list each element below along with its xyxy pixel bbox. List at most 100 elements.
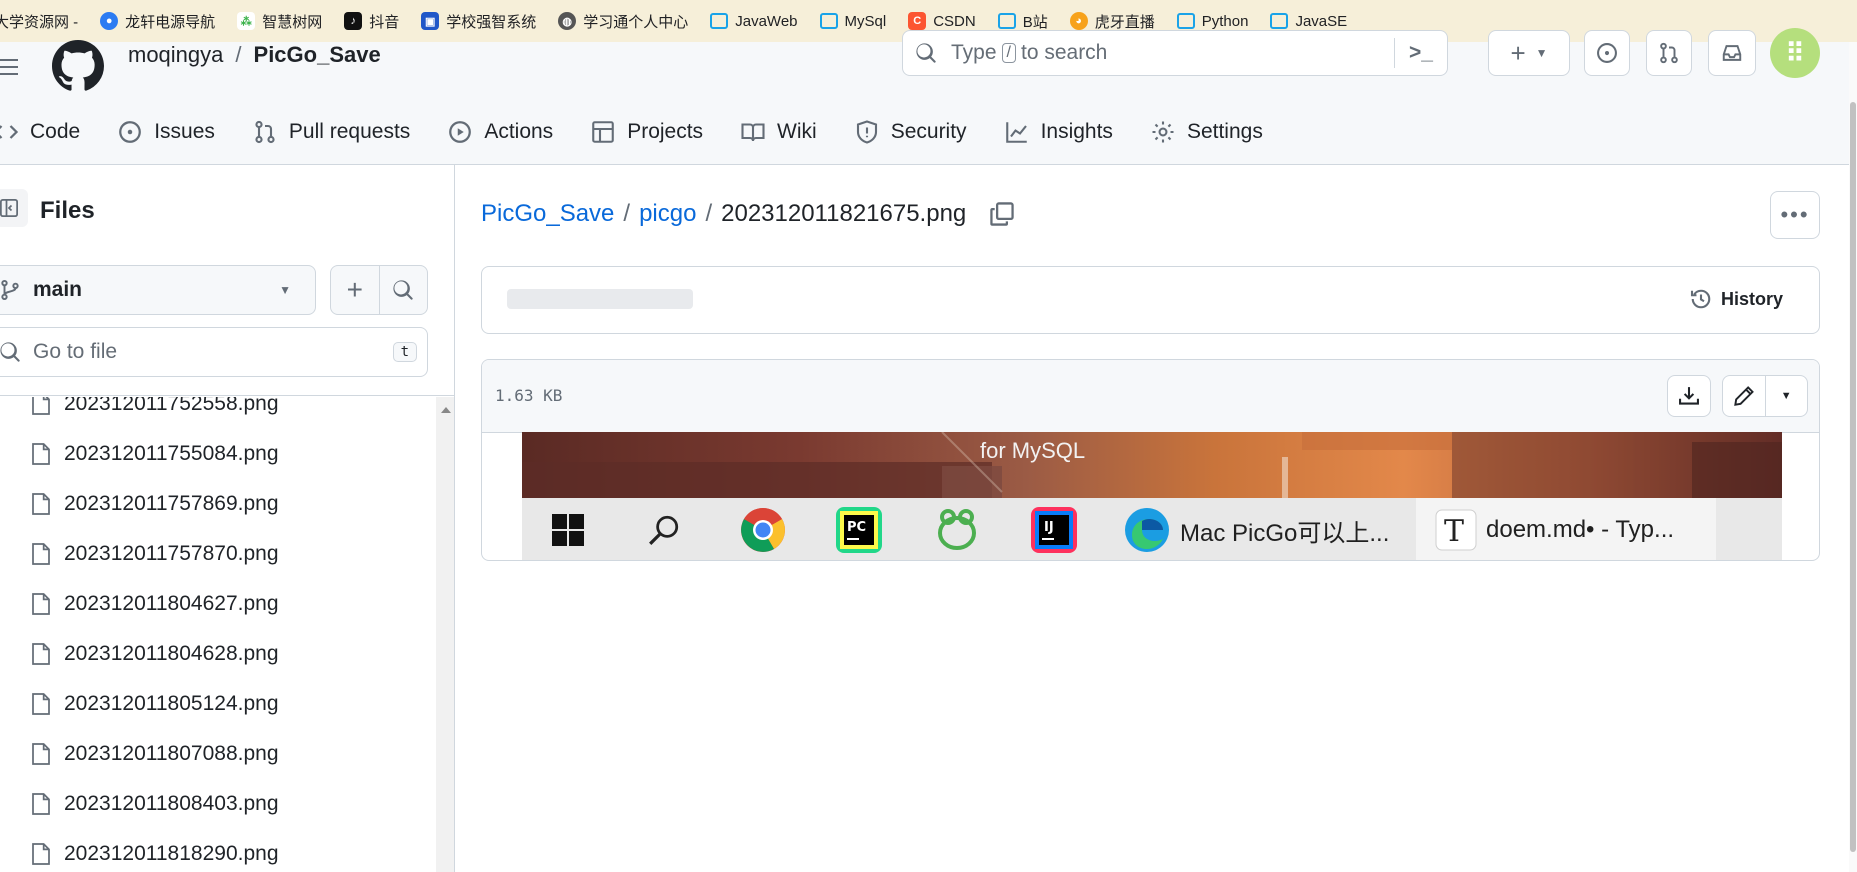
tab-wiki[interactable]: Wiki	[741, 120, 817, 144]
svg-text:IJ: IJ	[1044, 520, 1054, 535]
gear-icon	[1152, 121, 1174, 143]
chevron-down-icon: ▼	[279, 283, 291, 297]
search-input[interactable]: Type / to search >_	[902, 30, 1448, 76]
chrome-icon	[741, 508, 785, 552]
more-options-button[interactable]: •••	[1770, 191, 1820, 239]
file-tree-item[interactable]: 202312011804627.png	[0, 579, 436, 629]
bookmark-item[interactable]: JavaSE	[1270, 13, 1347, 30]
pencil-icon	[1733, 386, 1754, 406]
csdn-icon: C	[908, 12, 927, 30]
tab-settings[interactable]: Settings	[1151, 120, 1263, 144]
taskbar-navicat	[934, 498, 980, 560]
chevron-down-icon: ▼	[1535, 46, 1548, 60]
file-tree-item[interactable]: 202312011808403.png	[0, 779, 436, 829]
edit-button-group: ▼	[1722, 375, 1808, 417]
repo-owner-link[interactable]: moqingya	[128, 42, 223, 68]
page-scrollbar[interactable]	[1849, 42, 1857, 872]
tab-insights[interactable]: Insights	[1005, 120, 1113, 144]
file-icon	[32, 693, 50, 715]
menu-icon[interactable]	[0, 54, 18, 80]
taskbar-search	[647, 498, 681, 560]
sidebar-collapse-icon	[0, 199, 18, 217]
tab-projects[interactable]: Projects	[591, 120, 703, 144]
file-icon	[32, 843, 50, 865]
github-logo-icon[interactable]	[52, 40, 104, 92]
shield-icon	[856, 120, 877, 144]
file-tree-item[interactable]: 202312011757870.png	[0, 529, 436, 579]
bookmark-item[interactable]: ▣ 学校强智系统	[421, 11, 536, 32]
tree-icon: ⁂	[237, 12, 256, 30]
bookmark-item[interactable]: B站	[997, 11, 1048, 32]
history-icon	[1690, 289, 1711, 309]
go-to-file-input[interactable]: Go to file t	[0, 327, 428, 377]
bookmark-label: 大学资源网 -	[0, 13, 79, 31]
file-tree-item[interactable]: 202312011755084.png	[0, 429, 436, 479]
repo-name-link[interactable]: PicGo_Save	[254, 42, 381, 68]
file-tree-scrollbar[interactable]	[436, 397, 454, 872]
page-scrollbar-thumb[interactable]	[1850, 102, 1856, 852]
file-icon	[32, 543, 50, 565]
edit-button[interactable]	[1723, 376, 1766, 416]
bookmark-item[interactable]: JavaWeb	[710, 13, 798, 30]
download-button[interactable]	[1667, 375, 1711, 417]
latest-commit-box: History	[481, 266, 1820, 334]
branch-icon	[1, 279, 19, 301]
file-tree-item[interactable]: 202312011757869.png	[0, 479, 436, 529]
branch-name: main	[33, 278, 83, 301]
history-button[interactable]: History	[1689, 287, 1783, 311]
file-tree-sidebar: Files main ▼ + Go to file t 202312011752…	[0, 165, 455, 872]
taskbar-typora-window: T doem.md• - Typ...	[1416, 498, 1716, 560]
tab-actions[interactable]: Actions	[448, 120, 553, 144]
tab-issues[interactable]: Issues	[118, 120, 215, 144]
file-tree-item[interactable]: 202312011805124.png	[0, 679, 436, 729]
avatar[interactable]: ⠿	[1770, 28, 1820, 78]
copy-path-icon[interactable]	[989, 201, 1015, 227]
play-icon	[449, 121, 472, 143]
file-tree-item[interactable]: 202312011752558.png	[0, 397, 436, 429]
file-tree-item[interactable]: 202312011804628.png	[0, 629, 436, 679]
book-icon	[741, 123, 765, 142]
loading-skeleton	[507, 289, 693, 309]
tab-code[interactable]: Code	[0, 120, 80, 144]
bookmark-item[interactable]: 大学资源网 -	[0, 11, 78, 32]
create-new-button[interactable]: + ▼	[1488, 30, 1570, 76]
issue-icon	[119, 121, 142, 143]
add-file-button[interactable]: +	[331, 266, 380, 314]
file-icon	[32, 443, 50, 465]
file-tree-item[interactable]: 202312011818290.png	[0, 829, 436, 872]
bookmark-item[interactable]: MySql	[819, 13, 886, 30]
pull-requests-button[interactable]	[1646, 30, 1692, 76]
scroll-up-icon	[441, 407, 451, 413]
inbox-button[interactable]	[1708, 30, 1756, 76]
bookmark-item[interactable]: ♪ 抖音	[344, 11, 399, 32]
kebab-horizontal-icon: •••	[1780, 202, 1810, 227]
tab-security[interactable]: Security	[855, 120, 967, 144]
command-palette-icon[interactable]: >_	[1394, 38, 1433, 68]
taskbar-pycharm: PC	[836, 498, 882, 560]
file-tree-item-label: 202312011757870.png	[64, 542, 279, 565]
breadcrumb-folder-link[interactable]: picgo	[639, 200, 696, 228]
breadcrumb-repo-link[interactable]: PicGo_Save	[481, 200, 614, 228]
edit-options-dropdown[interactable]: ▼	[1766, 376, 1808, 416]
bookmark-item[interactable]: Python	[1176, 13, 1248, 30]
download-icon	[1679, 387, 1699, 405]
search-shortcut-key: /	[1001, 43, 1016, 63]
bilibili-tv-icon	[710, 13, 729, 29]
file-tree-item[interactable]: 202312011807088.png	[0, 729, 436, 779]
bookmark-item[interactable]: ● 龙轩电源导航	[100, 11, 215, 32]
taskbar-typora-label: doem.md• - Typ...	[1486, 516, 1675, 543]
issues-button[interactable]	[1584, 30, 1630, 76]
search-files-button[interactable]	[380, 266, 428, 314]
preview-decoration	[522, 432, 1782, 498]
collapse-sidebar-button[interactable]	[0, 189, 28, 227]
bookmark-item[interactable]: ⁂ 智慧树网	[237, 11, 322, 32]
bookmark-item[interactable]: ◕ 虎牙直播	[1069, 11, 1155, 32]
file-size: 1.63 KB	[495, 386, 563, 405]
breadcrumb: PicGo_Save / picgo / 202312011821675.png	[481, 200, 1015, 228]
taskbar-edge-label: Mac PicGo可以上...	[1180, 519, 1390, 547]
tab-pull-requests[interactable]: Pull requests	[253, 120, 410, 144]
branch-selector[interactable]: main ▼	[0, 265, 316, 315]
globe-icon: ◍	[558, 12, 577, 30]
bookmark-item[interactable]: C CSDN	[908, 12, 976, 30]
bookmark-item[interactable]: ◍ 学习通个人中心	[558, 11, 688, 32]
